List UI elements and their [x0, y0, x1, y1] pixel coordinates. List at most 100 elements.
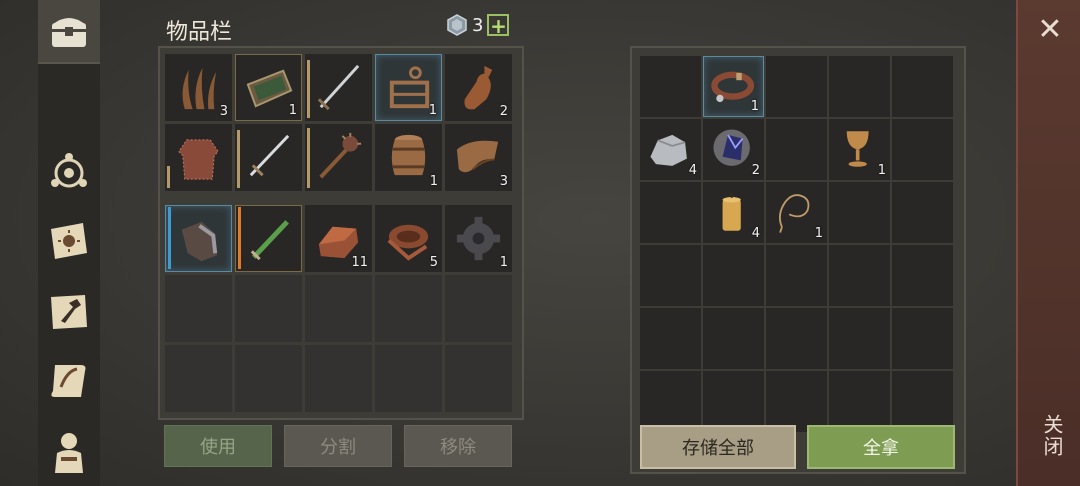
empty-slot[interactable] — [640, 182, 701, 243]
item-slot[interactable]: 1 — [375, 124, 442, 191]
item-quantity: 1 — [814, 226, 823, 241]
barrel-icon — [391, 134, 426, 176]
empty-slot[interactable] — [640, 371, 701, 432]
empty-slot[interactable] — [829, 56, 890, 117]
durability-bar — [167, 166, 170, 188]
item-quantity: 5 — [429, 255, 438, 270]
empty-slot[interactable] — [640, 308, 701, 369]
tab-character[interactable] — [38, 140, 100, 202]
remove-button[interactable]: 移除 — [404, 425, 512, 467]
gem-count: 3 — [472, 14, 484, 36]
empty-slot[interactable] — [766, 56, 827, 117]
empty-slot[interactable] — [375, 345, 442, 412]
empty-slot[interactable] — [305, 345, 372, 412]
mace-icon — [319, 132, 362, 179]
item-slot[interactable]: 5 — [375, 205, 442, 272]
empty-slot[interactable] — [829, 371, 890, 432]
item-slot[interactable]: 4 — [640, 119, 701, 180]
item-quantity: 4 — [688, 163, 697, 178]
empty-slot[interactable] — [165, 345, 232, 412]
item-slot[interactable]: 2 — [445, 54, 512, 121]
tab-inventory[interactable] — [38, 0, 100, 64]
tab-skills[interactable] — [38, 210, 100, 272]
empty-slot[interactable] — [892, 56, 953, 117]
empty-slot[interactable] — [766, 308, 827, 369]
close-panel[interactable]: ✕ 关闭 — [1016, 0, 1080, 486]
symbol-icon — [51, 153, 87, 188]
item-slot[interactable]: 3 — [165, 54, 232, 121]
gem-icon — [447, 14, 467, 36]
leather-icon — [456, 140, 499, 173]
empty-slot[interactable] — [640, 56, 701, 117]
empty-slot[interactable] — [375, 275, 442, 342]
item-quantity: 1 — [288, 103, 297, 118]
use-button[interactable]: 使用 — [164, 425, 272, 467]
tab-recipes[interactable] — [38, 350, 100, 412]
empty-slot[interactable] — [829, 308, 890, 369]
item-slot[interactable]: 1 — [703, 56, 764, 117]
item-slot[interactable] — [235, 205, 302, 272]
empty-slot[interactable] — [829, 182, 890, 243]
empty-slot[interactable] — [892, 245, 953, 306]
empty-slot[interactable] — [892, 371, 953, 432]
item-quantity: 2 — [751, 163, 760, 178]
empty-slot[interactable] — [766, 245, 827, 306]
chest-icon — [52, 18, 86, 47]
close-label[interactable]: 关闭 — [1038, 414, 1067, 458]
add-slots-button[interactable]: + — [487, 14, 510, 36]
empty-slot[interactable] — [829, 245, 890, 306]
durability-bar — [238, 207, 241, 269]
item-slot[interactable]: 4 — [703, 182, 764, 243]
inventory-grid-top: 3 1 1 2 1 3 — [165, 54, 512, 191]
tab-crafting[interactable] — [38, 280, 100, 342]
item-slot[interactable]: 1 — [766, 182, 827, 243]
item-quantity: 1 — [429, 174, 438, 189]
take-all-button[interactable]: 全拿 — [807, 425, 955, 469]
empty-slot[interactable] — [235, 345, 302, 412]
empty-slot[interactable] — [892, 119, 953, 180]
durability-bar — [237, 130, 240, 188]
durability-bar — [168, 207, 171, 269]
empty-slot[interactable] — [892, 308, 953, 369]
item-slot[interactable]: 2 — [703, 119, 764, 180]
item-slot[interactable] — [165, 205, 232, 272]
item-slot[interactable]: 1 — [235, 54, 302, 121]
close-icon[interactable]: ✕ — [1034, 14, 1066, 46]
empty-slot[interactable] — [703, 308, 764, 369]
item-slot[interactable]: 11 — [305, 205, 372, 272]
character-icon — [55, 433, 83, 473]
empty-slot[interactable] — [305, 275, 372, 342]
item-slot[interactable] — [165, 124, 232, 191]
split-button[interactable]: 分割 — [284, 425, 392, 467]
sword-icon — [317, 64, 360, 111]
empty-slot[interactable] — [640, 245, 701, 306]
durability-bar — [307, 60, 310, 118]
empty-slot[interactable] — [165, 275, 232, 342]
item-quantity: 2 — [499, 104, 508, 119]
item-slot[interactable]: 3 — [445, 124, 512, 191]
gear-icon — [456, 216, 501, 261]
scroll-icon — [51, 365, 86, 397]
item-slot[interactable] — [305, 54, 372, 121]
item-slot[interactable] — [305, 124, 372, 191]
item-slot[interactable]: 1 — [445, 205, 512, 272]
item-slot[interactable]: 1 — [375, 54, 442, 121]
inventory-title: 物品栏 — [166, 20, 233, 45]
empty-slot[interactable] — [766, 371, 827, 432]
empty-slot[interactable] — [445, 345, 512, 412]
tab-equipment[interactable] — [38, 420, 100, 482]
book-icon — [51, 223, 87, 259]
empty-slot[interactable] — [703, 245, 764, 306]
empty-slot[interactable] — [445, 275, 512, 342]
item-slot[interactable] — [235, 124, 302, 191]
item-slot[interactable]: 1 — [829, 119, 890, 180]
store-all-button[interactable]: 存储全部 — [640, 425, 796, 469]
inventory-grid-bottom: 11 5 1 — [165, 205, 512, 412]
item-quantity: 11 — [351, 255, 368, 270]
empty-slot[interactable] — [235, 275, 302, 342]
leather-roll-icon — [387, 224, 429, 261]
empty-slot[interactable] — [766, 119, 827, 180]
empty-slot[interactable] — [892, 182, 953, 243]
item-quantity: 1 — [499, 255, 508, 270]
empty-slot[interactable] — [703, 371, 764, 432]
